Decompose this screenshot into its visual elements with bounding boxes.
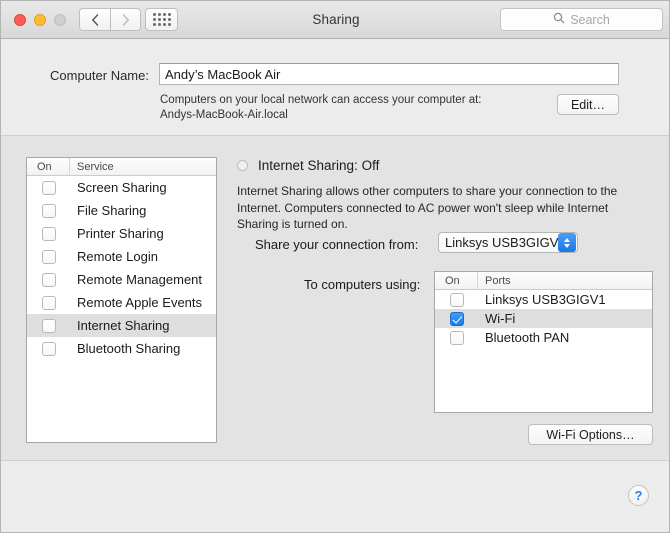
to-computers-using-label: To computers using: [304,277,421,292]
service-row-printer-sharing[interactable]: Printer Sharing [27,222,216,245]
service-row-bluetooth-sharing[interactable]: Bluetooth Sharing [27,337,216,360]
port-checkbox-cell[interactable] [435,311,478,326]
services-column-on: On [27,158,70,176]
port-checkbox-cell[interactable] [435,292,478,307]
status-indicator-icon [237,160,248,171]
checkbox-unchecked-icon[interactable] [449,292,464,307]
service-row-file-sharing[interactable]: File Sharing [27,199,216,222]
checkbox-unchecked-icon[interactable] [41,180,56,195]
search-input[interactable]: Search [500,8,663,31]
service-checkbox-cell[interactable] [27,341,70,356]
checkbox-unchecked-icon[interactable] [41,226,56,241]
services-list[interactable]: On Service Screen Sharing File Sharing P… [26,157,217,443]
checkbox-unchecked-icon[interactable] [41,295,56,310]
service-checkbox-cell[interactable] [27,295,70,310]
help-button[interactable]: ? [628,485,649,506]
service-checkbox-cell[interactable] [27,272,70,287]
service-label: Remote Management [77,272,203,287]
ports-list-header: On Ports [435,272,652,290]
search-icon [553,11,565,29]
computer-name-label: Computer Name: [50,68,149,83]
checkbox-unchecked-icon[interactable] [41,318,56,333]
checkbox-unchecked-icon[interactable] [41,249,56,264]
checkbox-unchecked-icon[interactable] [41,203,56,218]
share-from-dropdown[interactable]: Linksys USB3GIGV1 [438,232,578,253]
internet-sharing-description: Internet Sharing allows other computers … [237,184,618,231]
service-label: Printer Sharing [77,226,164,241]
checkbox-unchecked-icon[interactable] [449,330,464,345]
port-row-linksys[interactable]: Linksys USB3GIGV1 [435,290,652,309]
service-label: Remote Login [77,249,158,264]
service-row-internet-sharing[interactable]: Internet Sharing [27,314,216,337]
services-list-header: On Service [27,158,216,176]
port-row-wifi[interactable]: Wi-Fi [435,309,652,328]
service-checkbox-cell[interactable] [27,249,70,264]
internet-sharing-status: Internet Sharing: Off [237,158,379,173]
port-row-bluetooth-pan[interactable]: Bluetooth PAN [435,328,652,347]
footer-panel [1,461,669,532]
ports-list[interactable]: On Ports Linksys USB3GIGV1 Wi-Fi Bluetoo… [434,271,653,413]
service-checkbox-cell[interactable] [27,203,70,218]
port-label: Linksys USB3GIGV1 [485,292,606,307]
sharing-preferences-window: Sharing Search Computer Name: Andy’s Mac… [0,0,670,533]
service-row-remote-login[interactable]: Remote Login [27,245,216,268]
service-checkbox-cell[interactable] [27,318,70,333]
computer-name-hostname: Andys-MacBook-Air.local [160,109,288,121]
computer-name-note-line1: Computers on your local network can acce… [160,94,482,106]
share-from-label: Share your connection from: [255,237,419,252]
port-label: Wi-Fi [485,311,516,326]
service-label: File Sharing [77,203,147,218]
service-label: Bluetooth Sharing [77,341,181,356]
edit-button[interactable]: Edit… [557,94,619,115]
computer-name-field[interactable]: Andy’s MacBook Air [159,63,619,85]
service-label: Screen Sharing [77,180,167,195]
service-label: Remote Apple Events [77,295,203,310]
ports-column-on: On [435,272,478,289]
computer-name-note: Computers on your local network can acce… [160,93,550,123]
service-row-screen-sharing[interactable]: Screen Sharing [27,176,216,199]
service-checkbox-cell[interactable] [27,226,70,241]
status-text: Internet Sharing: Off [258,158,380,173]
checkbox-unchecked-icon[interactable] [41,272,56,287]
services-column-service: Service [77,160,114,173]
ports-column-ports: Ports [485,274,511,287]
checkbox-checked-icon[interactable] [449,311,464,326]
computer-name-value: Andy’s MacBook Air [165,66,281,82]
window-titlebar: Sharing Search [1,1,669,39]
checkbox-unchecked-icon[interactable] [41,341,56,356]
port-checkbox-cell[interactable] [435,330,478,345]
chevron-updown-icon[interactable] [558,233,576,252]
share-from-value: Linksys USB3GIGV1 [445,235,558,250]
wifi-options-button[interactable]: Wi-Fi Options… [528,424,653,445]
service-checkbox-cell[interactable] [27,180,70,195]
service-row-remote-management[interactable]: Remote Management [27,268,216,291]
service-label: Internet Sharing [77,318,170,333]
search-placeholder: Search [570,12,610,27]
service-row-remote-apple-events[interactable]: Remote Apple Events [27,291,216,314]
port-label: Bluetooth PAN [485,330,570,345]
